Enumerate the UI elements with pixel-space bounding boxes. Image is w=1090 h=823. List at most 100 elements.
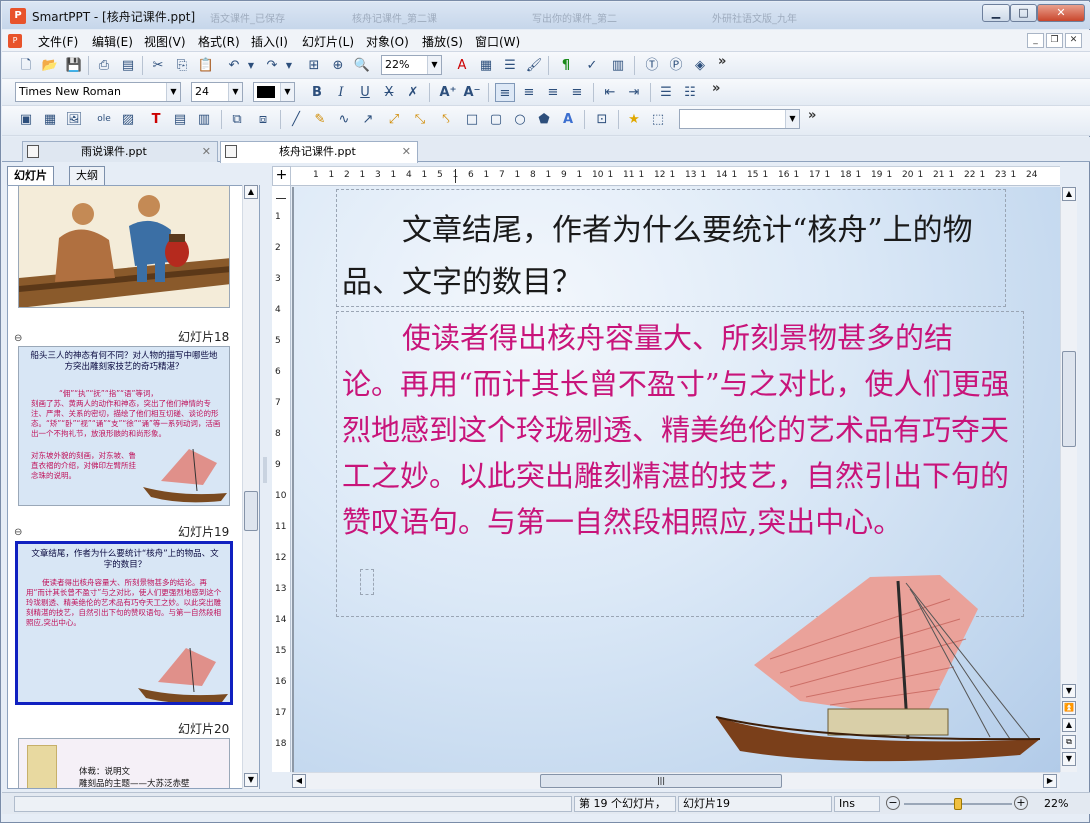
rectangle-icon[interactable]: □: [462, 110, 482, 129]
cut-icon[interactable]: ✂: [148, 56, 168, 75]
mdi-restore-button[interactable]: ❐: [1046, 33, 1063, 48]
document-icon[interactable]: P: [8, 34, 22, 48]
ruler-indent-marker[interactable]: [276, 198, 286, 199]
align-center-icon[interactable]: ≡: [519, 83, 539, 102]
template-p-icon[interactable]: Ⓟ: [666, 56, 686, 75]
mdi-close-button[interactable]: ✕: [1065, 33, 1082, 48]
slide-title[interactable]: 文章结尾，作者为什么要统计“核舟”上的物品、文字的数目？: [342, 205, 982, 309]
menu-edit[interactable]: 编辑(E): [92, 33, 133, 50]
slide-thumbnail-18[interactable]: 船头三人的神态有何不同？对人物的描写中哪些地方突出雕刻家技艺的奇巧精湛？ “佣”…: [18, 346, 230, 506]
menu-format[interactable]: 格式(R): [198, 33, 240, 50]
horizontal-scrollbar[interactable]: ◀ ||| ▶: [292, 772, 1060, 789]
connector-icon[interactable]: ⤢: [384, 110, 404, 129]
app-icon[interactable]: P: [10, 8, 26, 24]
bold-icon[interactable]: B: [307, 83, 327, 102]
redo-icon[interactable]: ↷: [262, 56, 282, 75]
insert-frame-icon[interactable]: ▥: [194, 110, 214, 129]
magnifier-icon[interactable]: 🔍: [352, 56, 372, 75]
group-icon[interactable]: ⧉: [227, 110, 247, 129]
zoom-in-icon[interactable]: +: [1014, 796, 1028, 810]
justify-icon[interactable]: ≡: [567, 83, 587, 102]
insert-chart-icon[interactable]: ▨: [118, 110, 138, 129]
insert-text-icon[interactable]: T: [146, 110, 166, 129]
zoom-fit-icon[interactable]: ⊕: [328, 56, 348, 75]
scroll-down-icon[interactable]: ▼: [1062, 684, 1076, 698]
curved-connector-icon[interactable]: ⤣: [436, 110, 456, 129]
mdi-minimize-button[interactable]: _: [1027, 33, 1044, 48]
object-style-select[interactable]: ▼: [679, 109, 800, 129]
clear-format-icon[interactable]: ✗: [403, 83, 423, 102]
tab-hezhouji-document[interactable]: 核舟记课件.ppt ✕: [220, 141, 418, 163]
scrollbar-thumb[interactable]: |||: [540, 774, 782, 788]
align-right-icon[interactable]: ≡: [543, 83, 563, 102]
redo-dropdown-icon[interactable]: ▼: [283, 56, 295, 75]
template-t-icon[interactable]: Ⓣ: [642, 56, 662, 75]
menu-insert[interactable]: 插入(I): [251, 33, 288, 50]
close-icon[interactable]: ✕: [402, 142, 411, 162]
current-slide[interactable]: 文章结尾，作者为什么要统计“核舟”上的物品、文字的数目？ 使读者得出核舟容量大、…: [294, 187, 1060, 772]
format-brush-icon[interactable]: 🖌: [524, 56, 544, 75]
grow-font-icon[interactable]: A⁺: [438, 83, 458, 102]
maximize-button[interactable]: □: [1010, 4, 1037, 22]
insert-table-icon[interactable]: ▦: [40, 110, 60, 129]
line-icon[interactable]: ╱: [286, 110, 306, 129]
paragraph-icon[interactable]: ¶: [556, 56, 576, 75]
slide-editing-canvas[interactable]: 文章结尾，作者为什么要统计“核舟”上的物品、文字的数目？ 使读者得出核舟容量大、…: [292, 187, 1060, 772]
save-icon[interactable]: 💾: [64, 56, 84, 75]
number-icon[interactable]: ⊞: [304, 56, 324, 75]
scrollbar-thumb[interactable]: [1062, 351, 1076, 447]
ungroup-icon[interactable]: ⧈: [253, 110, 273, 129]
ruler-corner-button[interactable]: +: [272, 166, 291, 186]
zoom-out-icon[interactable]: −: [886, 796, 900, 810]
wordart-icon[interactable]: A: [558, 110, 578, 129]
menu-play[interactable]: 播放(S): [422, 33, 463, 50]
insert-ole-icon[interactable]: ole: [94, 110, 114, 129]
elbow-connector-icon[interactable]: ⤡: [410, 110, 430, 129]
export-pdf-icon[interactable]: ▤: [118, 56, 138, 75]
insert-textbox-icon[interactable]: ▤: [170, 110, 190, 129]
bullet-list-icon[interactable]: ☰: [656, 83, 676, 102]
sailboat-image[interactable]: [710, 569, 1060, 769]
shrink-font-icon[interactable]: A⁻: [462, 83, 482, 102]
scroll-down-icon[interactable]: ▼: [244, 773, 258, 787]
italic-icon[interactable]: I: [331, 83, 351, 102]
new-icon[interactable]: 🗋: [16, 56, 36, 75]
font-name-select[interactable]: Times New Roman ▼: [15, 82, 181, 102]
scrollbar-thumb[interactable]: [244, 491, 258, 531]
slide-view-icon[interactable]: ⧉: [1062, 735, 1076, 749]
underline-icon[interactable]: U: [355, 83, 375, 102]
strikethrough-icon[interactable]: X: [379, 83, 399, 102]
vertical-ruler[interactable]: 1 2 3 4 5 6 7 8 9 10 11 12 13 14 15 16 17 18: [272, 186, 291, 772]
status-insert-mode[interactable]: Ins: [834, 796, 880, 812]
menu-view[interactable]: 视图(V): [144, 33, 186, 50]
align-objects-icon[interactable]: ⊡: [592, 110, 612, 129]
background-window-tab[interactable]: 语文课件_已保存: [210, 10, 285, 25]
title-bar[interactable]: P SmartPPT - [核舟记课件.ppt] 语文课件_已保存 核舟记课件_…: [2, 2, 1090, 29]
insert-picture-icon[interactable]: 🖼: [64, 110, 84, 129]
curve-icon[interactable]: ∿: [334, 110, 354, 129]
close-button[interactable]: ✕: [1037, 4, 1085, 22]
layers-icon[interactable]: ◈: [690, 56, 710, 75]
chart-icon[interactable]: ▥: [608, 56, 628, 75]
background-window-tab[interactable]: 外研社语文版_九年: [712, 10, 797, 25]
slide-body-text[interactable]: 使读者得出核舟容量大、所刻景物甚多的结论。再用“而计其长曾不盈寸”与之对比，使人…: [342, 315, 1010, 545]
animation-icon[interactable]: ⬚: [648, 110, 668, 129]
toolbar-overflow-icon[interactable]: »: [808, 108, 816, 123]
tab-slides[interactable]: 幻灯片: [7, 166, 54, 185]
next-slide-icon[interactable]: ▼: [1062, 752, 1076, 766]
copy-icon[interactable]: ⎘: [172, 56, 192, 75]
numbered-list-icon[interactable]: ☷: [680, 83, 700, 102]
shapes-icon[interactable]: ⬟: [534, 110, 554, 129]
vertical-scrollbar[interactable]: ▲ ▼ ⏫ ▲ ⧉ ▼: [1060, 187, 1077, 772]
slide-thumbnail-17[interactable]: [18, 186, 230, 308]
zoom-slider-knob[interactable]: [954, 798, 962, 810]
print-icon[interactable]: ⎙: [94, 56, 114, 75]
menu-window[interactable]: 窗口(W): [475, 33, 520, 50]
minimize-button[interactable]: ▁: [982, 4, 1010, 22]
close-icon[interactable]: ✕: [202, 142, 211, 162]
panel-splitter[interactable]: [263, 457, 267, 483]
menu-file[interactable]: 文件(F): [38, 33, 78, 50]
pencil-icon[interactable]: ✎: [310, 110, 330, 129]
font-color-select[interactable]: ▼: [253, 82, 295, 102]
rounded-rectangle-icon[interactable]: ▢: [486, 110, 506, 129]
